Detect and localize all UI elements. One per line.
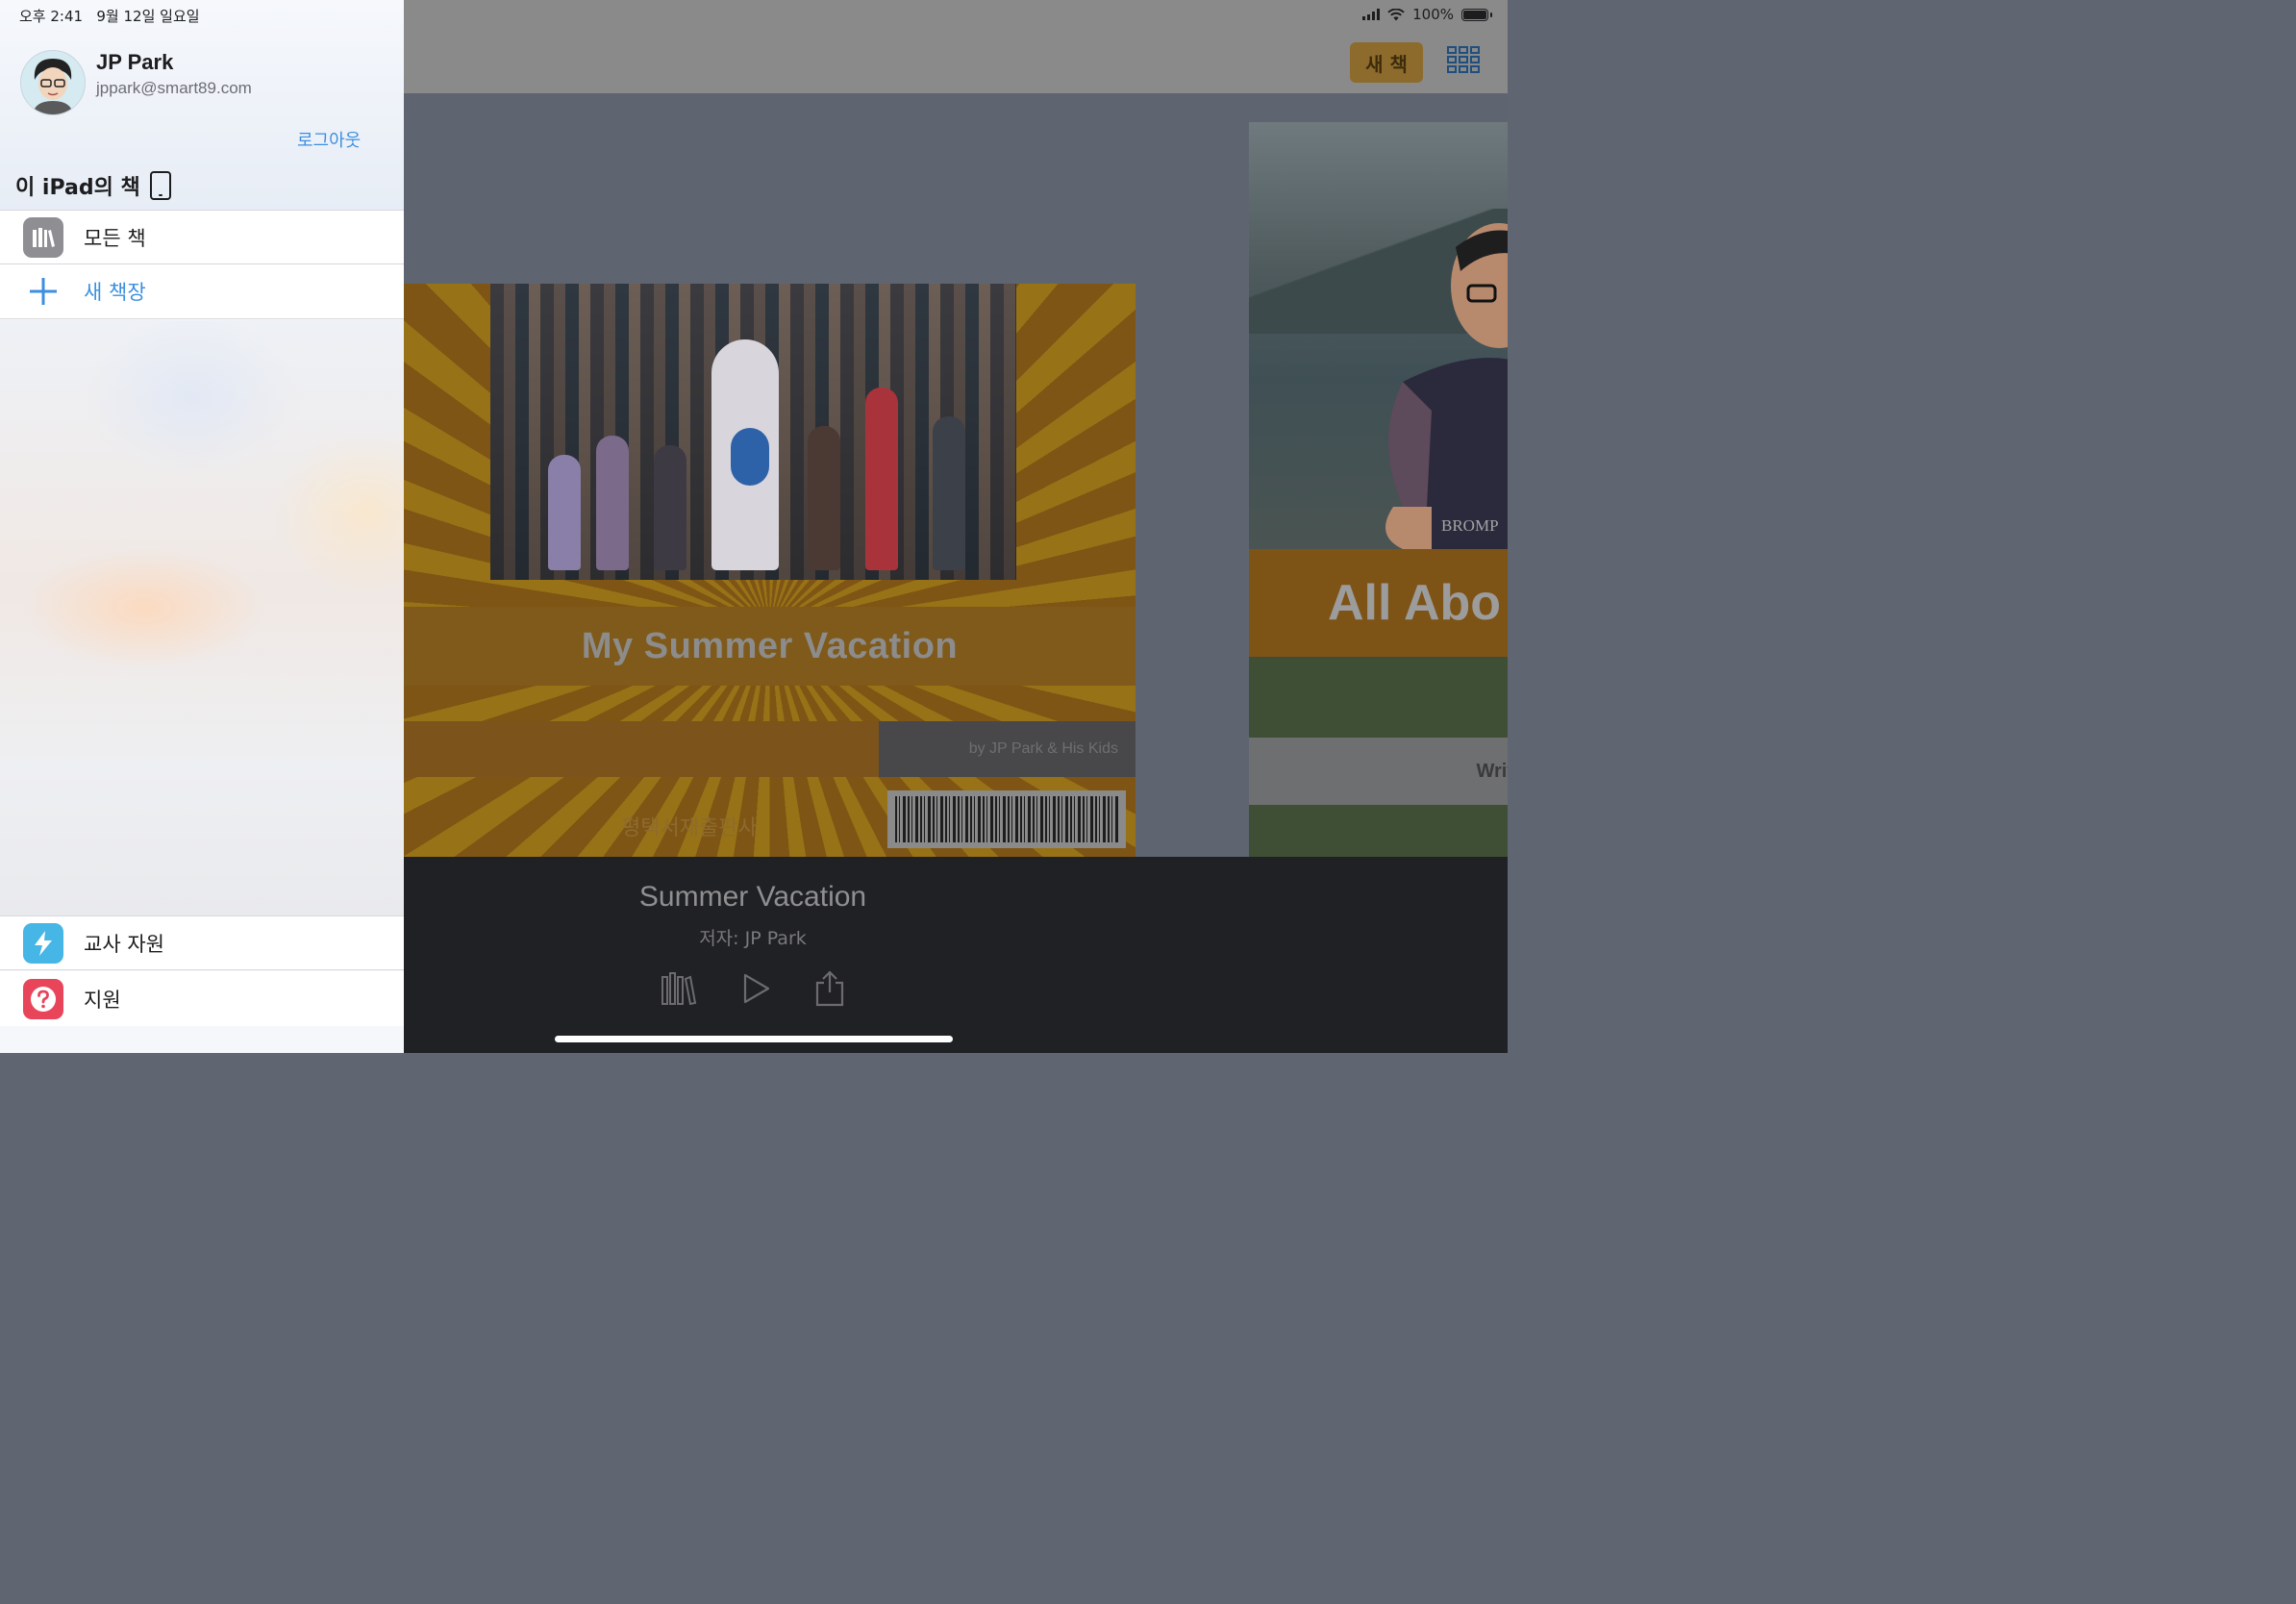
avatar-illustration xyxy=(21,51,85,114)
book-cover-summer-vacation[interactable]: My Summer Vacation by JP Park & His Kids… xyxy=(404,284,1136,857)
cover-author: by JP Park & His Kids xyxy=(968,740,1118,757)
new-book-button[interactable]: 새 책 xyxy=(1350,42,1423,83)
status-bar-left: 오후 2:41 9월 12일 일요일 xyxy=(19,6,200,26)
cellular-signal-icon xyxy=(1362,9,1381,20)
sidebar-item-label: 모든 책 xyxy=(84,226,146,250)
status-bar-right: 100% xyxy=(1362,6,1492,23)
logout-link[interactable]: 로그아웃 xyxy=(297,127,361,152)
cover-photo xyxy=(490,284,1016,580)
plus-icon xyxy=(23,271,63,312)
sidebar: 오후 2:41 9월 12일 일요일 JP Park jppark@smart8… xyxy=(0,0,404,1053)
section-title-label: 이 iPad의 책 xyxy=(15,176,140,200)
sidebar-header: 오후 2:41 9월 12일 일요일 JP Park jppark@smart8… xyxy=(0,0,404,210)
question-icon xyxy=(23,978,63,1019)
grid-view-icon[interactable] xyxy=(1447,46,1482,77)
sidebar-item-support[interactable]: 지원 xyxy=(0,971,404,1026)
person-photo xyxy=(1385,223,1508,549)
cover-title-band: All Abo xyxy=(1249,549,1508,657)
sidebar-item-label: 교사 자원 xyxy=(84,932,164,956)
ipad-icon xyxy=(149,171,171,200)
play-icon[interactable] xyxy=(736,969,775,1008)
user-name: JP Park xyxy=(96,50,174,74)
home-indicator[interactable] xyxy=(555,1036,953,1042)
sidebar-item-label: 새 책장 xyxy=(84,281,146,304)
status-date: 9월 12일 일요일 xyxy=(96,8,200,25)
section-title-ipad-books: 이 iPad의 책 xyxy=(15,170,171,201)
sidebar-item-label: 지원 xyxy=(84,988,121,1012)
blurred-background xyxy=(0,320,404,916)
selected-book-title: Summer Vacation xyxy=(638,881,867,913)
share-icon[interactable] xyxy=(811,969,849,1008)
cover-subtitle-bar: Writ xyxy=(1249,738,1508,805)
status-time: 오후 2:41 xyxy=(19,8,84,25)
avatar[interactable] xyxy=(20,50,86,115)
sidebar-item-all-books[interactable]: 모든 책 xyxy=(0,210,404,264)
selected-book-author: 저자: JP Park xyxy=(699,928,807,949)
cover-publisher: 평택서재출판사 xyxy=(621,816,758,840)
library-icon xyxy=(23,216,63,258)
cover-title: My Summer Vacation xyxy=(581,625,959,666)
cover-brand: BROMP xyxy=(1441,516,1499,535)
cover-title-band: My Summer Vacation xyxy=(404,607,1136,686)
wifi-icon xyxy=(1387,8,1405,20)
battery-icon xyxy=(1461,8,1492,21)
lightning-icon xyxy=(23,922,63,964)
battery-percent: 100% xyxy=(1412,6,1454,23)
sidebar-item-new-shelf[interactable]: 새 책장 xyxy=(0,264,404,319)
cover-subtitle: Writ xyxy=(1476,760,1508,782)
user-email: jppark@smart89.com xyxy=(96,79,252,97)
book-cover-all-about[interactable]: BROMP All Abo Writ xyxy=(1249,122,1508,857)
cover-title: All Abo xyxy=(1328,575,1502,631)
sidebar-item-teacher-resources[interactable]: 교사 자원 xyxy=(0,915,404,970)
barcode-icon xyxy=(887,790,1126,848)
cover-author-box: by JP Park & His Kids xyxy=(879,721,1136,777)
library-icon[interactable] xyxy=(660,969,698,1008)
